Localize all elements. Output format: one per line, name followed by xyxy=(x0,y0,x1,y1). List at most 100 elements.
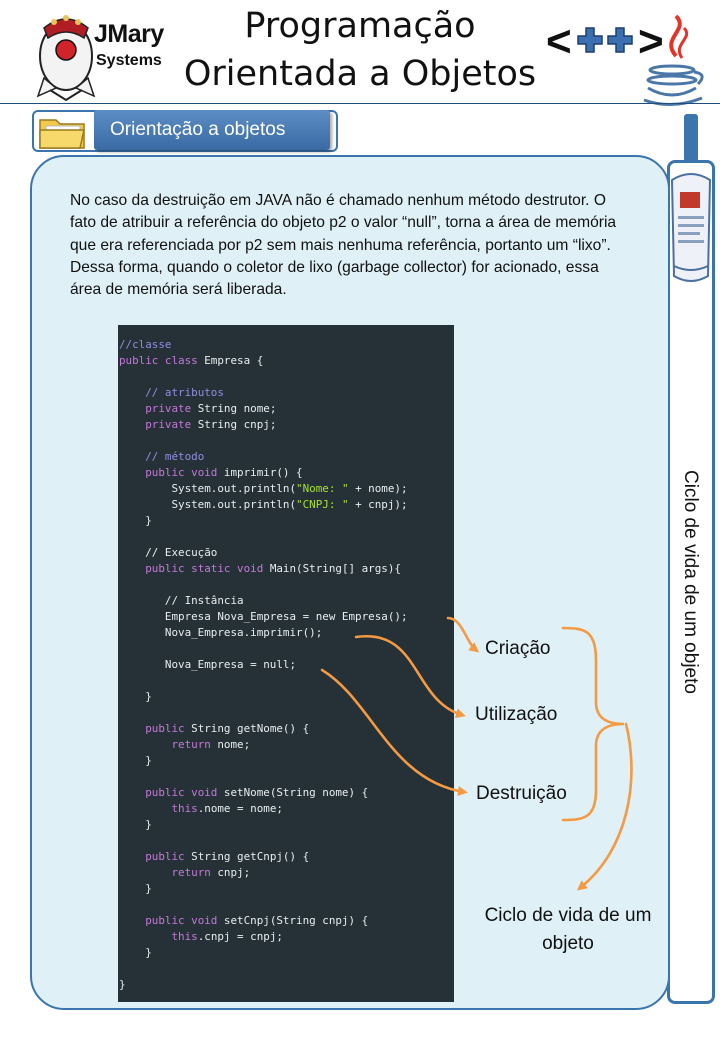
code-token: .nome = nome; xyxy=(197,802,283,815)
code-line: } xyxy=(119,881,454,897)
code-line: //classe xyxy=(119,337,454,353)
code-token: Nova_Empresa.imprimir(); xyxy=(119,626,323,639)
svg-text:<: < xyxy=(546,18,572,64)
code-line: Nova_Empresa.imprimir(); xyxy=(119,625,454,641)
code-token: Empresa Nova_Empresa = new Empresa(); xyxy=(119,610,408,623)
code-line: public void setCnpj(String cnpj) { xyxy=(119,913,454,929)
code-token: String getCnpj() { xyxy=(184,850,310,863)
java-cup-icon xyxy=(643,14,704,106)
code-line: System.out.println("Nome: " + nome); xyxy=(119,481,454,497)
code-line: this.nome = nome; xyxy=(119,801,454,817)
code-token: Nova_Empresa = null; xyxy=(119,658,297,671)
code-line: // atributos xyxy=(119,385,454,401)
code-line: this.cnpj = cnpj; xyxy=(119,929,454,945)
code-token: } xyxy=(119,754,152,767)
code-token: public class xyxy=(119,354,198,367)
label-creation: Criação xyxy=(485,638,551,659)
code-line: Nova_Empresa = null; xyxy=(119,657,454,673)
code-block: //classe public class Empresa { // atribu… xyxy=(118,325,454,1002)
code-token: cnpj; xyxy=(210,866,251,879)
code-token: // atributos xyxy=(145,386,224,399)
page-title-line-1: Programação xyxy=(244,6,476,46)
code-line: // Execução xyxy=(119,545,454,561)
code-token: Empresa { xyxy=(197,354,264,367)
code-token: public void xyxy=(145,466,218,479)
code-token: String getNome() { xyxy=(184,722,310,735)
code-token: "Nome: " xyxy=(296,482,349,495)
code-line: } xyxy=(119,513,454,529)
label-destruction: Destruição xyxy=(476,783,567,804)
code-token: System.out.println( xyxy=(119,498,297,511)
explanation-paragraph: No caso da destruição em JAVA não é cham… xyxy=(70,192,617,299)
code-line: public String getNome() { xyxy=(119,721,454,737)
page-title-line-2: Orientada a Objetos xyxy=(183,54,537,94)
code-token: nome; xyxy=(210,738,251,751)
newspaper-icon xyxy=(670,173,712,282)
code-line: } xyxy=(119,977,454,993)
code-token: } xyxy=(119,690,152,703)
code-token: // Instância xyxy=(119,594,244,607)
code-token: public xyxy=(145,850,185,863)
code-line: private String cnpj; xyxy=(119,417,454,433)
code-line: Empresa Nova_Empresa = new Empresa(); xyxy=(119,609,454,625)
code-token: String nome; xyxy=(191,402,277,415)
code-line: public void imprimir() { xyxy=(119,465,454,481)
code-token: + nome); xyxy=(348,482,408,495)
code-line: return nome; xyxy=(119,737,454,753)
code-token: this xyxy=(171,802,198,815)
code-token: this xyxy=(171,930,198,943)
code-line: return cnpj; xyxy=(119,865,454,881)
code-token: } xyxy=(119,818,152,831)
code-line: } xyxy=(119,817,454,833)
code-line: private String nome; xyxy=(119,401,454,417)
label-usage: Utilização xyxy=(475,704,558,725)
code-token: } xyxy=(119,882,152,895)
code-token: imprimir() { xyxy=(217,466,303,479)
code-listing: //classe public class Empresa { // atribu… xyxy=(119,337,454,993)
code-line: // Instância xyxy=(119,593,454,609)
code-line: public void setNome(String nome) { xyxy=(119,785,454,801)
code-token: public xyxy=(145,722,185,735)
code-token: + cnpj); xyxy=(348,498,408,511)
code-token: return xyxy=(171,738,211,751)
section-tab: Orientação a objetos xyxy=(94,110,330,150)
code-token: // Execução xyxy=(119,546,218,559)
code-token: Main(String[] args){ xyxy=(263,562,401,575)
code-token: "CNPJ: " xyxy=(296,498,349,511)
code-token: setCnpj(String cnpj) { xyxy=(217,914,369,927)
code-token: private xyxy=(145,418,192,431)
label-lifecycle: Ciclo de vida de um objeto xyxy=(484,905,652,954)
code-token: } xyxy=(119,946,152,959)
code-token: setNome(String nome) { xyxy=(217,786,369,799)
code-token: public void xyxy=(145,786,218,799)
code-token: return xyxy=(171,866,211,879)
code-token: .cnpj = cnpj; xyxy=(197,930,283,943)
code-token: String cnpj; xyxy=(191,418,277,431)
code-token: private xyxy=(145,402,192,415)
code-token: //classe xyxy=(119,338,172,351)
header-divider xyxy=(0,103,720,104)
code-token: public void xyxy=(145,914,218,927)
page-title: Programação Orientada a Objetos xyxy=(150,2,570,98)
